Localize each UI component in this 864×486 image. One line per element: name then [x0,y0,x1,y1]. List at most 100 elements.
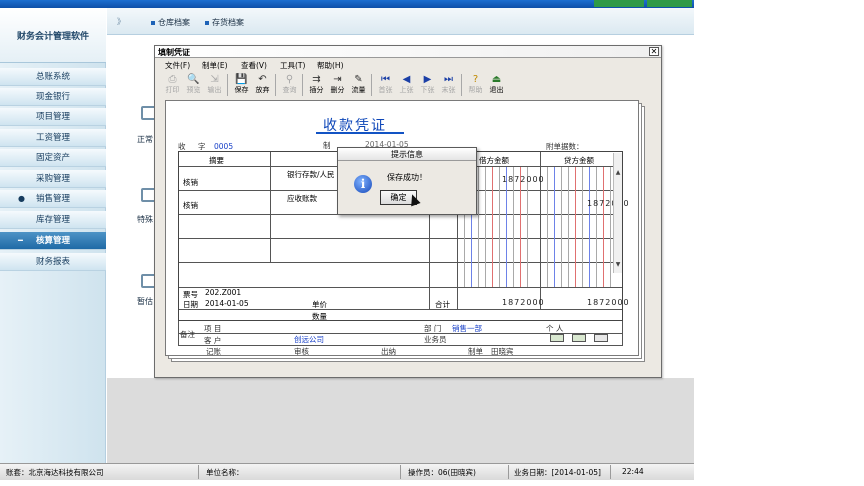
voucher-window-title-bar[interactable]: 填制凭证 ✕ [155,46,661,58]
voucher-number[interactable]: 0005 [214,142,233,151]
voucher-title-underline [316,132,404,134]
scroll-up-icon[interactable]: ▲ [614,169,622,176]
bottom-edge [0,480,694,486]
insert-entry-button[interactable]: ⇉ 插分 [307,72,326,98]
sidebar-item-fixed-assets[interactable]: 固定资产 [0,149,106,167]
tool-label: 删分 [330,86,345,94]
dept-label: 部 门 [424,324,442,333]
voucher-maker-label: 制 [323,141,331,150]
row1-account[interactable]: 银行存款/人民 [287,169,335,180]
app-logo-text: 财务会计管理软件 [16,32,89,42]
tool-label: 流量 [351,86,366,94]
next-record-button[interactable]: ▶ 下张 [418,72,437,98]
delete-entry-button[interactable]: ⇥ 删分 [328,72,347,98]
customer-label: 客 户 [204,336,222,345]
card-icon[interactable] [550,334,564,342]
menu-view[interactable]: 查看(V) [241,60,267,71]
tab-inventory-archive[interactable]: 存货档案 [205,17,244,28]
close-icon[interactable]: ✕ [649,47,659,56]
sidebar-item-accounting[interactable]: ━ 核算管理 [0,232,106,250]
sidebar-item-label: 现金银行 [35,92,70,102]
exit-button[interactable]: ⏏ 退出 [487,72,506,98]
tab-dot-icon [151,20,155,25]
entry-scrollbar[interactable]: ▲ ▼ [613,153,622,273]
cashier-label: 出纳 [381,347,396,356]
delete-entry-icon: ⇥ [333,74,342,85]
title-bar-button[interactable] [647,0,692,7]
row2-credit[interactable]: 1872000 [587,199,630,208]
tab-label: 仓库档案 [158,18,190,27]
sidebar-header: 财务会计管理软件 [0,8,106,63]
row2-summary[interactable]: 核销 [183,200,198,211]
tool-label: 帮助 [468,86,483,94]
image-icon[interactable] [594,334,608,342]
sidebar-item-projects[interactable]: 项目管理 [0,108,106,126]
menu-edit[interactable]: 制单(E) [202,60,228,71]
camera-icon[interactable] [572,334,586,342]
next-record-icon: ▶ [423,74,432,85]
menu-help[interactable]: 帮助(H) [317,60,344,71]
row1-summary[interactable]: 核销 [183,177,198,188]
bullet-icon: ● [18,194,25,203]
title-bar-button[interactable] [594,0,644,7]
tool-label: 打印 [165,86,180,94]
tool-label: 保存 [234,86,249,94]
last-record-icon: ⏭ [444,74,453,85]
sidebar-item-sales[interactable]: ● 销售管理 [0,190,106,208]
app-title-bar [0,0,694,8]
dept-value[interactable]: 销售一部 [452,323,482,334]
cash-flow-button[interactable]: ✎ 流量 [349,72,368,98]
toolbar-separator [227,74,228,96]
scroll-down-icon[interactable]: ▼ [614,261,622,268]
app-window: 财务会计管理软件 总账系统 现金银行 项目管理 工资管理 固定资产 采购管理 ●… [0,0,864,486]
sidebar-item-purchasing[interactable]: 采购管理 [0,170,106,188]
tab-bar: 》 仓库档案 存货档案 [107,8,694,35]
sidebar-item-general-ledger[interactable]: 总账系统 [0,68,106,86]
sidebar-item-payroll[interactable]: 工资管理 [0,129,106,147]
prev-record-button[interactable]: ◀ 上张 [397,72,416,98]
voucher-paper: 收款凭证 收 字 0005 制 2014-01-05 附单据数： 摘要 借方金额… [165,100,639,356]
sidebar-item-label: 财务报表 [35,257,70,267]
sidebar-item-label: 核算管理 [35,236,70,246]
tool-label: 上张 [399,86,414,94]
sidebar-item-label: 固定资产 [35,153,70,163]
row1-debit[interactable]: 1872000 [502,175,545,184]
tab-warehouse-archive[interactable]: 仓库档案 [151,17,190,28]
dialog-title[interactable]: 提示信息 [338,148,476,161]
tool-label: 插分 [309,86,324,94]
normal-label: 正常 [137,135,153,144]
total-credit: 1872000 [587,298,630,307]
help-button[interactable]: ? 帮助 [466,72,485,98]
sidebar-item-cash-bank[interactable]: 现金银行 [0,88,106,106]
ticket-value[interactable]: 202.Z001 [205,288,241,297]
date-value[interactable]: 2014-01-05 [205,299,249,308]
sidebar-item-label: 库存管理 [35,215,70,225]
price-label: 单价 [312,300,327,309]
menu-file[interactable]: 文件(F) [165,60,190,71]
tool-label: 输出 [207,86,222,94]
menu-tools[interactable]: 工具(T) [280,60,305,71]
preview-button[interactable]: 🔍 预览 [184,72,203,98]
header-credit: 贷方金额 [564,156,594,165]
sidebar-item-label: 工资管理 [35,133,70,143]
header-summary: 摘要 [209,156,224,165]
date-label: 日期 [183,300,198,309]
export-button[interactable]: ⇲ 输出 [205,72,224,98]
discard-button[interactable]: ↶ 放弃 [253,72,272,98]
sidebar-item-financial-reports[interactable]: 财务报表 [0,253,106,271]
sidebar: 财务会计管理软件 总账系统 现金银行 项目管理 工资管理 固定资产 采购管理 ●… [0,8,106,463]
sidebar-item-inventory[interactable]: 库存管理 [0,211,106,229]
row2-account[interactable]: 应收账款 [287,193,317,204]
preview-icon: 🔍 [187,74,200,85]
status-account: 账套：北京海达科技有限公司 [6,468,104,477]
first-record-button[interactable]: ⏮ 首张 [376,72,395,98]
tab-dot-icon [205,20,209,25]
special-label: 特殊 [137,215,153,224]
dialog-message: 保存成功！ [387,173,427,182]
save-button[interactable]: 💾 保存 [232,72,251,98]
tool-label: 末张 [441,86,456,94]
customer-value[interactable]: 创远公司 [294,334,324,345]
last-record-button[interactable]: ⏭ 末张 [439,72,458,98]
query-button[interactable]: ⚲ 查询 [280,72,299,98]
print-button[interactable]: ⎙ 打印 [163,72,182,98]
